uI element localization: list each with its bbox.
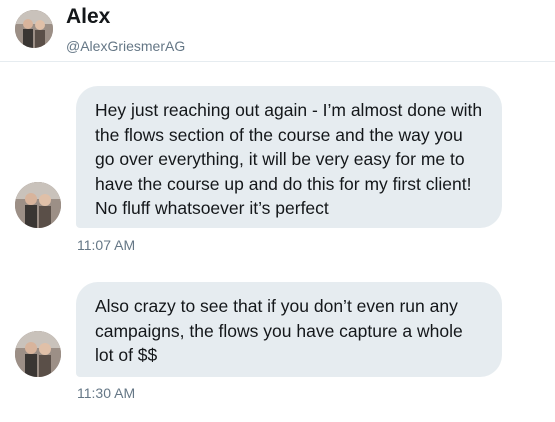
sender-avatar[interactable] — [15, 182, 61, 228]
conversation-header: Alex @AlexGriesmerAG — [0, 0, 555, 62]
sender-avatar[interactable] — [15, 331, 61, 377]
message-bubble[interactable]: Also crazy to see that if you don’t even… — [76, 282, 502, 377]
profile-handle[interactable]: @AlexGriesmerAG — [66, 38, 185, 54]
avatar[interactable] — [15, 10, 53, 48]
message-timestamp: 11:07 AM — [77, 237, 136, 253]
profile-name[interactable]: Alex — [66, 5, 110, 29]
message-bubble[interactable]: Hey just reaching out again - I’m almost… — [76, 86, 502, 228]
message-timestamp: 11:30 AM — [77, 385, 136, 401]
